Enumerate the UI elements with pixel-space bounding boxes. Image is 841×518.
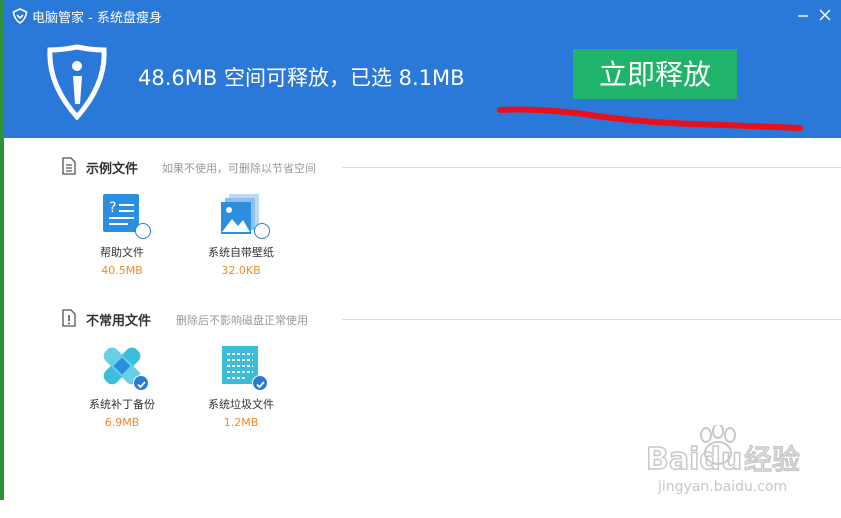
item-system-patch-backup[interactable]: 系统补丁备份 6.9MB bbox=[72, 344, 172, 429]
patch-bandage-icon bbox=[100, 344, 149, 391]
checkbox-unchecked[interactable] bbox=[254, 223, 270, 239]
section-sample-files: 示例文件 如果不使用，可删除以节省空间 bbox=[62, 157, 841, 177]
section-description: 如果不使用，可删除以节省空间 bbox=[162, 162, 316, 175]
checkbox-checked[interactable] bbox=[252, 375, 268, 391]
shield-logo-icon bbox=[47, 44, 107, 120]
item-label: 帮助文件 bbox=[100, 246, 144, 259]
item-help-files[interactable]: ? 帮助文件 40.5MB bbox=[72, 192, 172, 277]
checkbox-unchecked[interactable] bbox=[135, 223, 151, 239]
baidu-jingyan-watermark: Baidu 经验 jingyan.baidu.com bbox=[645, 425, 801, 495]
app-logo-icon bbox=[12, 8, 28, 24]
section-title: 示例文件 bbox=[86, 162, 139, 177]
watermark-url: jingyan.baidu.com bbox=[657, 479, 787, 495]
section-title: 不常用文件 bbox=[86, 314, 152, 329]
junk-file-icon bbox=[219, 344, 268, 391]
help-document-icon: ? bbox=[100, 192, 151, 239]
section-uncommon-files: 不常用文件 删除后不影响磁盘正常使用 bbox=[62, 309, 841, 329]
space-summary: 48.6MB 空间可释放，已选 8.1MB bbox=[138, 66, 465, 90]
document-icon bbox=[62, 157, 76, 175]
item-label: 系统自带壁纸 bbox=[208, 246, 274, 259]
section-divider bbox=[342, 319, 841, 320]
title-bar: 电脑管家 - 系统盘瘦身 bbox=[4, 0, 841, 34]
wallpaper-icon bbox=[219, 192, 270, 239]
app-window: 电脑管家 - 系统盘瘦身 48.6MB 空间可释放，已选 8.1MB 立即释放 … bbox=[4, 0, 841, 500]
checkbox-checked[interactable] bbox=[133, 375, 149, 391]
desktop-bottom bbox=[0, 500, 841, 518]
section-divider bbox=[342, 167, 841, 168]
release-now-button[interactable]: 立即释放 bbox=[573, 49, 737, 99]
warning-document-icon bbox=[62, 309, 76, 327]
watermark-product: 经验 bbox=[744, 443, 800, 476]
item-size: 32.0KB bbox=[221, 264, 261, 277]
item-label: 系统补丁备份 bbox=[89, 398, 155, 411]
close-icon[interactable] bbox=[816, 6, 834, 24]
item-size: 6.9MB bbox=[104, 416, 140, 429]
section-description: 删除后不影响磁盘正常使用 bbox=[176, 314, 308, 327]
item-system-wallpaper[interactable]: 系统自带壁纸 32.0KB bbox=[191, 192, 291, 277]
item-label: 系统垃圾文件 bbox=[208, 398, 274, 411]
svg-text:?: ? bbox=[109, 200, 116, 216]
watermark-brand: Baidu bbox=[646, 442, 742, 477]
item-size: 40.5MB bbox=[101, 264, 143, 277]
window-title: 电脑管家 - 系统盘瘦身 bbox=[32, 11, 162, 26]
red-annotation-line bbox=[497, 106, 803, 131]
item-system-junk-files[interactable]: 系统垃圾文件 1.2MB bbox=[191, 344, 291, 429]
minimize-icon[interactable] bbox=[794, 6, 812, 24]
item-size: 1.2MB bbox=[223, 416, 259, 429]
